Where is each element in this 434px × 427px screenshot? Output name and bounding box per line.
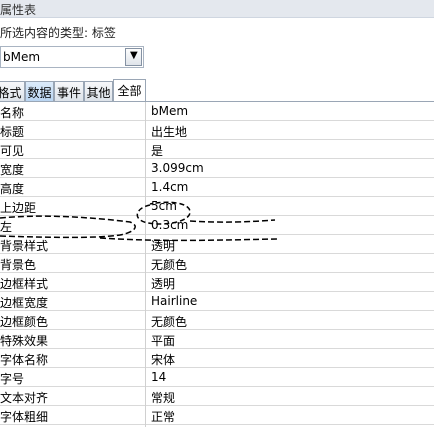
property-name: 名称: [0, 106, 25, 120]
property-name: 高度: [0, 182, 25, 196]
property-name: 标题: [0, 125, 25, 139]
property-row[interactable]: 字体粗细 正常: [0, 406, 434, 425]
panel-title-bar: 属性表: [0, 0, 434, 18]
property-row[interactable]: 字体名称 宋体: [0, 349, 434, 368]
property-value[interactable]: 透明: [151, 237, 175, 254]
property-value[interactable]: Hairline: [151, 294, 197, 308]
property-name: 上边距: [0, 201, 37, 215]
property-row[interactable]: 左 0.3cm: [0, 216, 434, 235]
property-row[interactable]: 上边距 5cm: [0, 197, 434, 216]
property-value[interactable]: 平面: [151, 332, 175, 349]
property-name: 左: [0, 220, 13, 234]
property-name: 文本对齐: [0, 391, 49, 405]
property-name: 边框样式: [0, 277, 49, 291]
property-name: 边框颜色: [0, 315, 49, 329]
property-name: 背景色: [0, 258, 37, 272]
tab-other[interactable]: 其他: [84, 81, 113, 101]
object-selector-dropdown[interactable]: bMem ▼: [0, 46, 144, 68]
property-row[interactable]: 宽度 3.099cm: [0, 159, 434, 178]
property-value[interactable]: 3.099cm: [151, 161, 204, 175]
property-value[interactable]: 常规: [151, 389, 175, 406]
property-row[interactable]: 背景色 无颜色: [0, 254, 434, 273]
property-value[interactable]: 出生地: [151, 123, 187, 140]
property-value[interactable]: 正常: [151, 408, 175, 425]
property-value[interactable]: 宋体: [151, 351, 175, 368]
tab-data[interactable]: 数据: [25, 81, 54, 101]
panel-title: 属性表: [0, 3, 37, 17]
property-value[interactable]: 14: [151, 370, 166, 384]
property-value[interactable]: 无颜色: [151, 313, 187, 330]
object-selector-value: bMem: [3, 50, 41, 64]
property-name: 字体名称: [0, 353, 49, 367]
property-grid: 名称 bMem 标题 出生地可见 是宽度 3.099cm 高度 1.4cm 上边距 5cm 左 0.3…: [0, 102, 434, 425]
property-row[interactable]: 标题 出生地: [0, 121, 434, 140]
property-value[interactable]: 无颜色: [151, 256, 187, 273]
property-row[interactable]: 边框样式 透明: [0, 273, 434, 292]
property-name: 宽度: [0, 163, 25, 177]
property-value[interactable]: 透明: [151, 275, 175, 292]
property-row[interactable]: 文本对齐 常规: [0, 387, 434, 406]
property-row[interactable]: 名称 bMem: [0, 102, 434, 121]
tab-all[interactable]: 全部: [113, 79, 146, 102]
property-value[interactable]: 5cm: [151, 199, 177, 213]
chevron-down-icon: ▼: [130, 50, 138, 61]
column-divider: [145, 102, 146, 427]
property-row[interactable]: 边框颜色 无颜色: [0, 311, 434, 330]
property-tabs: 格式 数据 事件 其他 全部: [0, 79, 434, 102]
tab-format[interactable]: 格式: [0, 81, 25, 101]
property-name: 可见: [0, 144, 25, 158]
property-value[interactable]: bMem: [151, 104, 188, 118]
property-name: 特殊效果: [0, 334, 49, 348]
property-name: 背景样式: [0, 239, 49, 253]
property-value[interactable]: 是: [151, 142, 163, 159]
property-value[interactable]: 0.3cm: [151, 218, 188, 232]
selection-type-label: 所选内容的类型: 标签: [0, 26, 116, 40]
dropdown-button[interactable]: ▼: [125, 48, 142, 66]
property-row[interactable]: 高度 1.4cm: [0, 178, 434, 197]
property-name: 字号: [0, 372, 25, 386]
property-row[interactable]: 边框宽度 Hairline: [0, 292, 434, 311]
property-name: 边框宽度: [0, 296, 49, 310]
property-row[interactable]: 特殊效果 平面: [0, 330, 434, 349]
property-row[interactable]: 字号 14: [0, 368, 434, 387]
property-row[interactable]: 背景样式 透明: [0, 235, 434, 254]
tab-event[interactable]: 事件: [54, 81, 84, 101]
property-row[interactable]: 可见 是: [0, 140, 434, 159]
property-value[interactable]: 1.4cm: [151, 180, 188, 194]
property-name: 字体粗细: [0, 410, 49, 424]
